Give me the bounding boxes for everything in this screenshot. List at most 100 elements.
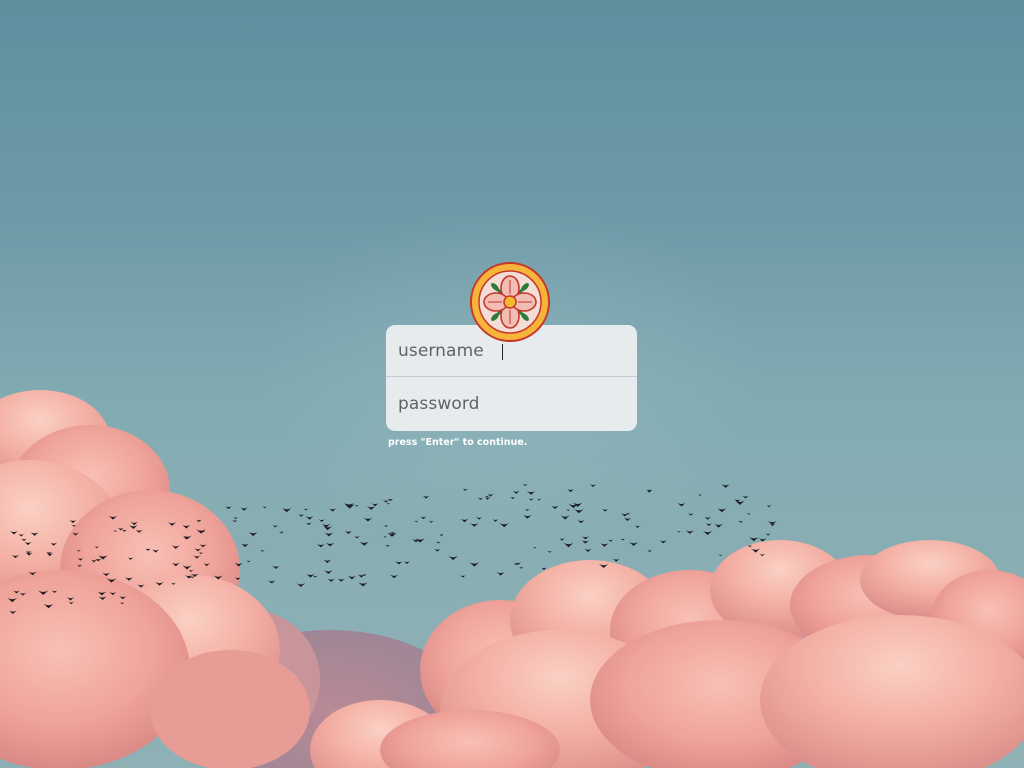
bird — [124, 577, 134, 581]
bird — [113, 530, 118, 532]
bird — [395, 561, 403, 565]
bird — [714, 523, 723, 528]
bird — [344, 530, 353, 534]
password-field[interactable]: password — [386, 378, 637, 430]
bird — [90, 559, 98, 563]
bird — [403, 561, 410, 564]
bird — [38, 590, 49, 596]
bird — [72, 532, 79, 536]
bird — [246, 560, 251, 563]
bird — [574, 508, 584, 514]
bird — [316, 543, 325, 548]
bird — [698, 494, 703, 496]
bird — [7, 597, 18, 603]
bird — [371, 503, 379, 507]
bird — [414, 520, 419, 523]
bird — [234, 577, 241, 580]
bird — [13, 590, 20, 594]
bird — [171, 582, 176, 585]
bird — [460, 518, 469, 523]
bird — [518, 566, 524, 569]
bird — [563, 542, 574, 548]
bird — [337, 578, 345, 582]
username-placeholder: username — [398, 340, 484, 361]
bird — [279, 531, 285, 534]
bird — [94, 546, 100, 549]
bird — [68, 601, 75, 605]
bird — [735, 500, 745, 505]
bird — [303, 508, 309, 511]
bird — [742, 495, 749, 499]
bird — [526, 491, 536, 495]
bird — [759, 553, 766, 557]
bird — [499, 522, 509, 528]
bird — [747, 545, 753, 548]
bird — [262, 506, 267, 509]
bird — [749, 536, 759, 542]
bird — [598, 563, 609, 569]
bird — [260, 549, 265, 552]
bird — [567, 489, 574, 493]
bird — [541, 567, 547, 571]
bird — [536, 498, 542, 501]
bird — [634, 525, 641, 528]
bird — [282, 508, 292, 513]
bird — [69, 519, 77, 524]
bird — [195, 519, 202, 523]
bird — [524, 508, 530, 511]
bird — [581, 536, 590, 540]
bird — [233, 517, 238, 520]
bird — [21, 538, 27, 542]
bird — [324, 570, 333, 575]
bird — [98, 596, 107, 601]
bird — [196, 529, 206, 534]
bird — [758, 538, 767, 542]
bird — [734, 499, 741, 502]
bird — [382, 499, 390, 503]
bird — [327, 578, 335, 582]
bird — [77, 557, 84, 561]
bird — [306, 573, 315, 578]
bird — [547, 550, 552, 553]
bird — [268, 580, 276, 584]
bird — [704, 516, 711, 520]
bird — [448, 555, 458, 561]
bird — [10, 530, 18, 535]
bird — [318, 519, 325, 522]
bird — [477, 497, 484, 501]
bird — [589, 484, 597, 487]
bird — [119, 596, 127, 600]
bird — [272, 565, 280, 569]
bird — [182, 524, 191, 529]
bird — [232, 520, 238, 523]
bird — [600, 543, 609, 547]
bird — [612, 558, 620, 562]
bird — [130, 521, 139, 526]
bird — [602, 508, 609, 512]
bird — [496, 571, 505, 576]
bird — [560, 515, 570, 520]
bird — [188, 569, 194, 573]
bird — [510, 496, 516, 500]
bird — [66, 597, 75, 601]
bird — [436, 541, 441, 544]
bird — [551, 505, 559, 510]
bird — [492, 519, 499, 522]
bird — [358, 582, 368, 587]
bird — [659, 540, 667, 544]
bird — [127, 557, 134, 560]
flock-of-birds — [7, 483, 777, 615]
bird — [420, 516, 427, 520]
bird — [476, 516, 483, 520]
bird — [137, 584, 145, 588]
bird — [106, 578, 117, 583]
bird — [577, 519, 585, 524]
bird — [109, 591, 117, 596]
bird — [383, 524, 389, 528]
bird — [385, 544, 390, 547]
bird — [328, 508, 337, 512]
bird — [24, 541, 32, 546]
bird — [354, 504, 359, 507]
bird — [240, 507, 248, 511]
bird — [199, 544, 207, 548]
